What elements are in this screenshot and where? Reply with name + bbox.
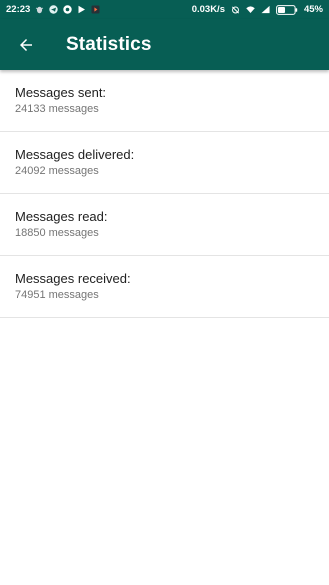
arrow-back-icon — [20, 38, 32, 51]
stat-value: 18850 messages — [15, 226, 99, 239]
stat-value: 74951 messages — [15, 288, 99, 301]
chrome-icon — [63, 5, 73, 14]
stat-value: 24092 messages — [15, 164, 99, 177]
stat-item-sent[interactable]: Messages sent: 24133 messages — [0, 70, 329, 132]
stat-item-delivered[interactable]: Messages delivered: 24092 messages — [0, 132, 329, 194]
stat-label: Messages read: — [15, 208, 108, 224]
stat-value: 24133 messages — [15, 102, 99, 115]
play-store-icon — [77, 5, 86, 14]
status-time: 22:23 — [6, 4, 31, 15]
status-bar: 22:23 0.03K/s 45% — [0, 0, 329, 19]
play-music-icon — [91, 5, 100, 14]
app-bar: Statistics — [0, 19, 329, 70]
status-right: 0.03K/s 45% — [192, 4, 323, 15]
stat-label: Messages sent: — [15, 84, 107, 100]
statistics-screen: 22:23 0.03K/s 45% Statistics Messages se… — [0, 0, 329, 585]
status-left: 22:23 — [6, 4, 100, 15]
stat-label: Messages received: — [15, 270, 131, 286]
sync-icon — [231, 5, 240, 14]
telegram-icon — [49, 5, 59, 14]
page-title: Statistics — [66, 33, 152, 55]
battery-percent: 45% — [303, 4, 323, 15]
statistics-list: Messages sent: 24133 messages Messages d… — [0, 70, 329, 318]
stat-item-received[interactable]: Messages received: 74951 messages — [0, 256, 329, 318]
stat-item-read[interactable]: Messages read: 18850 messages — [0, 194, 329, 256]
network-speed: 0.03K/s — [191, 4, 225, 15]
wifi-icon — [246, 5, 255, 14]
bug-icon — [35, 5, 44, 14]
battery-icon — [276, 4, 298, 15]
stat-label: Messages delivered: — [15, 146, 135, 162]
signal-icon — [261, 5, 270, 14]
back-button[interactable] — [6, 25, 46, 65]
